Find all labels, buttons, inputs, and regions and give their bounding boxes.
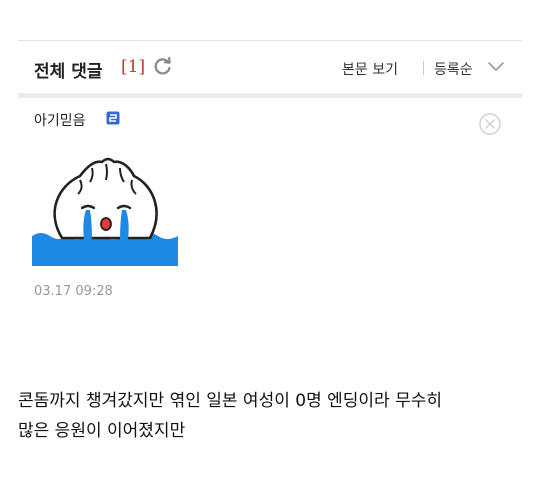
delete-comment-icon[interactable] bbox=[479, 113, 501, 135]
comments-count: [1] bbox=[121, 57, 146, 77]
header-separator bbox=[423, 61, 424, 75]
chevron-down-icon[interactable] bbox=[487, 60, 505, 74]
article-line: 콘돔까지 챙겨갔지만 엮인 일본 여성이 0명 엔딩이라 무수히 bbox=[18, 391, 443, 411]
comments-title: 전체 댓글 bbox=[34, 62, 103, 82]
refresh-icon[interactable] bbox=[153, 56, 173, 76]
article-line: 많은 응원이 이어졌지만 bbox=[18, 421, 186, 441]
comment-date: 03.17 09:28 bbox=[34, 284, 113, 299]
member-badge-icon bbox=[106, 111, 120, 125]
article-body: 콘돔까지 챙겨갔지만 엮인 일본 여성이 0명 엔딩이라 무수히 많은 응원이 … bbox=[18, 386, 528, 446]
view-body-button[interactable]: 본문 보기 bbox=[342, 59, 398, 79]
comments-header: 전체 댓글 [1] 본문 보기 등록순 bbox=[18, 41, 522, 93]
sort-dropdown[interactable]: 등록순 bbox=[434, 59, 473, 79]
comment-author[interactable]: 아기믿음 bbox=[34, 110, 86, 130]
comment-item: 아기믿음 03.17 09:28 bbox=[18, 98, 522, 318]
crying-dumpling-sticker bbox=[32, 157, 178, 266]
